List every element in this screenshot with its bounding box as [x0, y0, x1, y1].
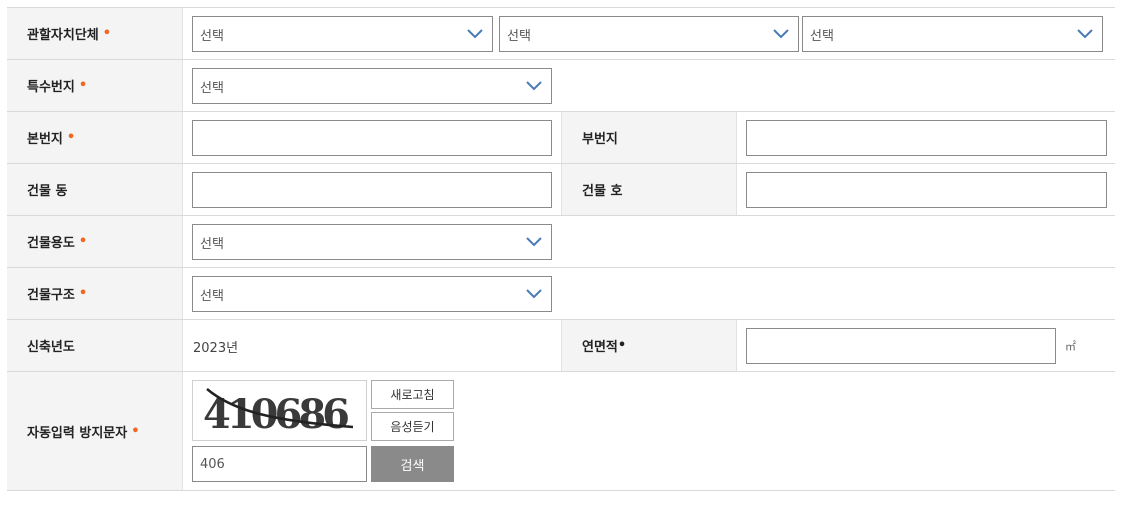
building-use-label-text: 건물용도 — [27, 236, 75, 251]
required-marker: • — [66, 130, 76, 145]
captcha-input[interactable]: 406 — [192, 446, 367, 482]
chevron-down-icon — [526, 289, 542, 299]
row-building-unit: 건물 동 건물 호 — [7, 164, 1115, 216]
select-value: 선택 — [810, 28, 834, 44]
building-ho-label: 건물 호 — [561, 164, 737, 215]
required-marker: • — [102, 26, 112, 41]
special-lot-label: 특수번지 • — [7, 60, 183, 111]
row-lot-number: 본번지 • 부번지 — [7, 112, 1115, 164]
building-structure-label-text: 건물구조 — [27, 288, 75, 303]
jurisdiction-select-3[interactable]: 선택 — [802, 16, 1103, 52]
jurisdiction-label-text: 관할자치단체 — [27, 28, 99, 43]
row-building-structure: 건물구조 • 선택 — [7, 268, 1115, 320]
captcha-label-text: 자동입력 방지문자 — [27, 425, 128, 441]
main-lot-input[interactable] — [192, 120, 552, 156]
required-marker: • — [78, 286, 88, 301]
select-value: 선택 — [507, 28, 531, 44]
building-ho-input[interactable] — [746, 172, 1107, 208]
building-dong-input[interactable] — [192, 172, 552, 208]
row-building-use: 건물용도 • 선택 — [7, 216, 1115, 268]
building-dong-label: 건물 동 — [7, 164, 183, 215]
floor-area-label: 연면적 • — [561, 320, 737, 371]
special-lot-cell: 선택 — [183, 60, 1115, 111]
required-marker: • — [131, 423, 140, 439]
floor-area-label-text: 연면적 — [582, 340, 618, 355]
chevron-down-icon — [773, 29, 789, 39]
floor-area-unit: ㎡ — [1065, 340, 1076, 353]
year-area-cell: 2023년 연면적 • ㎡ — [183, 320, 1115, 371]
floor-area-input[interactable] — [746, 328, 1056, 364]
captcha-text: 410686 — [203, 391, 348, 438]
construction-year-label-text: 신축년도 — [27, 340, 75, 355]
row-year-area: 신축년도 2023년 연면적 • ㎡ — [7, 320, 1115, 372]
building-use-cell: 선택 — [183, 216, 1115, 267]
required-marker: • — [78, 234, 88, 249]
building-unit-cell: 건물 호 — [183, 164, 1115, 215]
jurisdiction-label: 관할자치단체 • — [7, 8, 183, 59]
construction-year-value: 2023년 — [193, 341, 239, 356]
jurisdiction-cell: 선택 선택 선택 — [183, 8, 1115, 59]
chevron-down-icon — [526, 237, 542, 247]
row-captcha: 자동입력 방지문자 • 410686 새로고침 음성듣기 406 검색 — [7, 372, 1115, 491]
building-ho-label-text: 건물 호 — [582, 184, 623, 199]
main-lot-label: 본번지 • — [7, 112, 183, 163]
building-structure-cell: 선택 — [183, 268, 1115, 319]
select-value: 선택 — [200, 80, 224, 96]
required-marker: • — [78, 78, 88, 93]
search-button[interactable]: 검색 — [371, 446, 454, 482]
captcha-label: 자동입력 방지문자 • — [7, 372, 183, 490]
building-use-select[interactable]: 선택 — [192, 224, 552, 260]
special-lot-label-text: 특수번지 — [27, 80, 75, 95]
sub-lot-label-text: 부번지 — [582, 132, 618, 147]
registration-form: 관할자치단체 • 선택 선택 선택 특수번지 • 선택 본번지 • 부번지 건물… — [7, 7, 1115, 491]
captcha-graphic: 410686 — [203, 388, 354, 438]
captcha-cell: 410686 새로고침 음성듣기 406 검색 — [183, 372, 1115, 490]
refresh-captcha-button[interactable]: 새로고침 — [371, 380, 454, 409]
row-jurisdiction: 관할자치단체 • 선택 선택 선택 — [7, 8, 1115, 60]
required-marker: • — [617, 338, 627, 353]
special-lot-select[interactable]: 선택 — [192, 68, 552, 104]
sub-lot-input[interactable] — [746, 120, 1107, 156]
construction-year-label: 신축년도 — [7, 320, 183, 371]
lot-number-cell: 부번지 — [183, 112, 1115, 163]
chevron-down-icon — [526, 81, 542, 91]
building-structure-label: 건물구조 • — [7, 268, 183, 319]
building-structure-select[interactable]: 선택 — [192, 276, 552, 312]
sub-lot-label: 부번지 — [561, 112, 737, 163]
chevron-down-icon — [1077, 29, 1093, 39]
audio-captcha-button[interactable]: 음성듣기 — [371, 412, 454, 441]
building-dong-label-text: 건물 동 — [27, 184, 68, 199]
select-value: 선택 — [200, 28, 224, 44]
main-lot-label-text: 본번지 — [27, 132, 63, 147]
building-use-label: 건물용도 • — [7, 216, 183, 267]
select-value: 선택 — [200, 236, 224, 252]
jurisdiction-select-1[interactable]: 선택 — [192, 16, 493, 52]
jurisdiction-select-2[interactable]: 선택 — [499, 16, 799, 52]
select-value: 선택 — [200, 288, 224, 304]
row-special-lot: 특수번지 • 선택 — [7, 60, 1115, 112]
chevron-down-icon — [467, 29, 483, 39]
captcha-image: 410686 — [192, 380, 367, 441]
